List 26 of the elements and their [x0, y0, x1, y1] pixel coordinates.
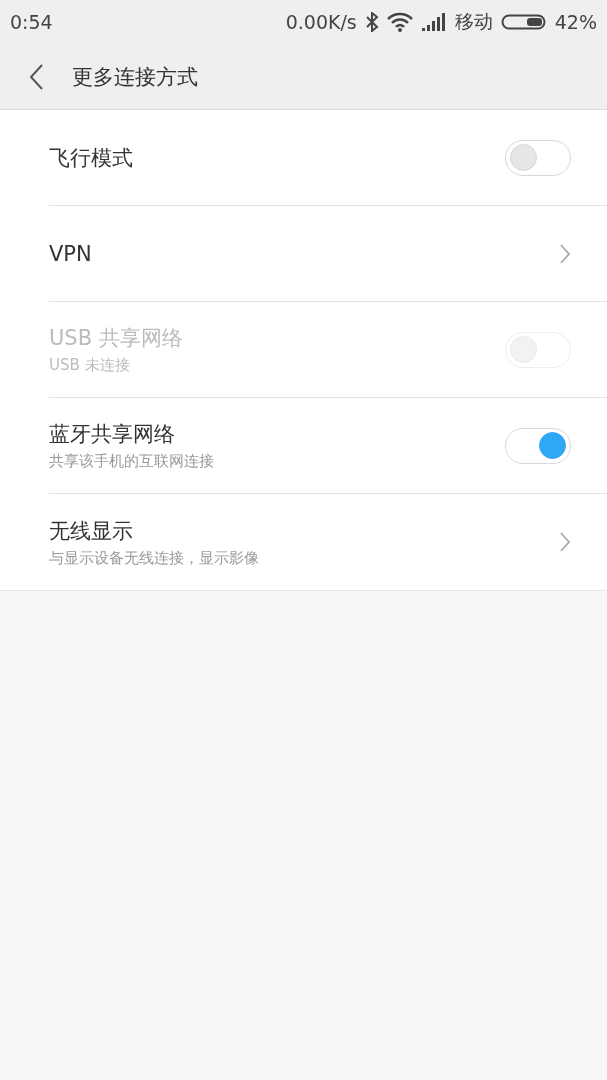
- setting-title: 蓝牙共享网络: [49, 421, 176, 448]
- page-title: 更多连接方式: [72, 63, 198, 91]
- settings-row[interactable]: VPN: [49, 206, 607, 302]
- signal-icon: [420, 12, 447, 32]
- setting-description: USB 未连接: [49, 356, 131, 375]
- bluetooth-icon: [364, 12, 379, 32]
- chevron-right-icon: [559, 242, 571, 265]
- settings-row[interactable]: 无线显示 与显示设备无线连接，显示影像: [49, 494, 607, 590]
- toggle-switch[interactable]: [505, 139, 571, 176]
- setting-description: 共享该手机的互联网连接: [49, 452, 214, 471]
- settings-row[interactable]: 蓝牙共享网络 共享该手机的互联网连接: [49, 398, 607, 494]
- setting-title: 飞行模式: [49, 144, 133, 172]
- status-time: 0:54: [10, 11, 53, 33]
- setting-title: VPN: [49, 241, 92, 266]
- battery-icon: [500, 12, 547, 32]
- setting-title: 无线显示: [49, 517, 134, 545]
- carrier-name: 移动: [454, 9, 493, 34]
- wifi-icon: [386, 12, 413, 32]
- toggle-switch[interactable]: [505, 427, 571, 464]
- setting-description: 与显示设备无线连接，显示影像: [49, 548, 259, 568]
- back-button[interactable]: [28, 62, 44, 91]
- battery-percent: 42%: [554, 11, 597, 33]
- setting-title: USB 共享网络: [49, 325, 183, 352]
- chevron-right-icon: [559, 531, 571, 553]
- network-speed: 0.00K/s: [285, 11, 357, 33]
- settings-row[interactable]: 飞行模式: [49, 110, 607, 206]
